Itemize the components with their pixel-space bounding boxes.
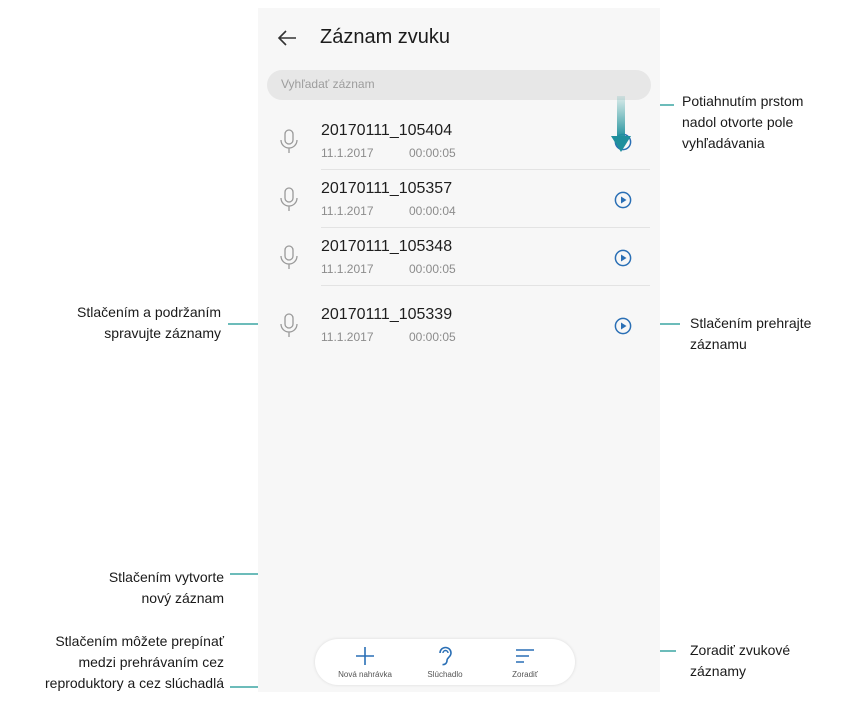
search-placeholder: Vyhľadať záznam bbox=[281, 77, 375, 91]
bottom-action-bar: Nová nahrávka Slúchadlo Zoradiť bbox=[315, 639, 575, 685]
callout-sort: Zoradiť zvukové záznamy bbox=[690, 642, 791, 679]
callout-play-recording: Stlačením prehrajte záznamu bbox=[690, 315, 812, 352]
sort-label: Zoradiť bbox=[512, 670, 538, 679]
search-field[interactable]: Vyhľadať záznam bbox=[267, 70, 651, 100]
recording-row[interactable]: 20170111_105339 11.1.2017 00:00:05 bbox=[258, 296, 660, 354]
recording-date: 11.1.2017 bbox=[321, 262, 374, 276]
recording-row[interactable]: 20170111_105348 11.1.2017 00:00:05 bbox=[258, 228, 660, 286]
callout-toggle-output: Stlačením môžete prepínať medzi prehráva… bbox=[45, 633, 224, 691]
swipe-down-arrow-icon bbox=[611, 96, 631, 152]
recording-duration: 00:00:05 bbox=[409, 146, 456, 160]
app-header: Záznam zvuku bbox=[258, 8, 660, 68]
play-icon[interactable] bbox=[614, 317, 632, 335]
microphone-icon bbox=[280, 245, 298, 269]
row-divider bbox=[321, 285, 650, 286]
ear-icon bbox=[439, 646, 452, 666]
recording-duration: 00:00:05 bbox=[409, 262, 456, 276]
new-recording-label: Nová nahrávka bbox=[338, 670, 392, 679]
microphone-icon bbox=[280, 313, 298, 337]
phone-screen: Záznam zvuku Vyhľadať záznam 20170111_10… bbox=[258, 8, 660, 692]
earpiece-button[interactable]: Slúchadlo bbox=[405, 639, 485, 685]
new-recording-button[interactable]: Nová nahrávka bbox=[325, 639, 405, 685]
recording-row[interactable]: 20170111_105357 11.1.2017 00:00:04 bbox=[258, 170, 660, 228]
callout-swipe-search: Potiahnutím prstom nadol otvorte pole vy… bbox=[682, 93, 804, 151]
plus-icon bbox=[356, 647, 374, 665]
recording-name: 20170111_105357 bbox=[321, 180, 453, 197]
recording-name: 20170111_105348 bbox=[321, 238, 453, 255]
play-icon[interactable] bbox=[614, 191, 632, 209]
recording-date: 11.1.2017 bbox=[321, 330, 374, 344]
back-arrow-icon[interactable] bbox=[276, 27, 298, 49]
callout-new-recording: Stlačením vytvorte nový záznam bbox=[108, 569, 224, 606]
recording-name: 20170111_105339 bbox=[321, 306, 453, 323]
recording-row[interactable]: 20170111_105404 11.1.2017 00:00:05 bbox=[258, 112, 660, 170]
recording-name: 20170111_105404 bbox=[321, 122, 453, 139]
callout-manage-recordings: Stlačením a podržaním spravujte záznamy bbox=[77, 304, 221, 341]
play-icon[interactable] bbox=[614, 249, 632, 267]
sort-icon bbox=[516, 649, 534, 663]
recording-date: 11.1.2017 bbox=[321, 146, 374, 160]
recording-date: 11.1.2017 bbox=[321, 204, 374, 218]
microphone-icon bbox=[280, 187, 298, 211]
page-title: Záznam zvuku bbox=[320, 26, 451, 48]
microphone-icon bbox=[280, 129, 298, 153]
sort-button[interactable]: Zoradiť bbox=[485, 639, 565, 685]
recording-duration: 00:00:05 bbox=[409, 330, 456, 344]
recording-duration: 00:00:04 bbox=[409, 204, 456, 218]
earpiece-label: Slúchadlo bbox=[427, 670, 463, 679]
